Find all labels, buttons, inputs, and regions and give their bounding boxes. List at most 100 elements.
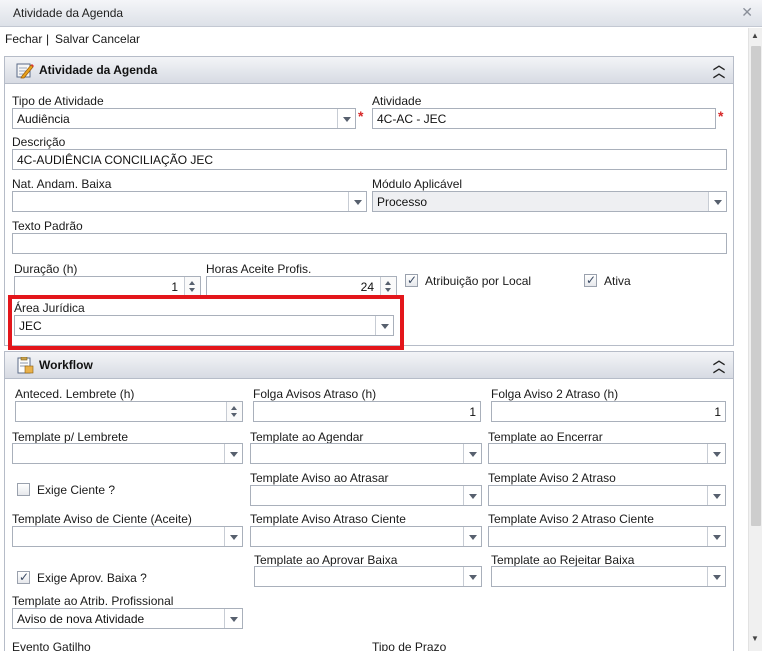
nat-andam-label: Nat. Andam. Baixa: [12, 177, 112, 191]
tpl-aviso-atrasar-select[interactable]: [250, 485, 482, 506]
atribuicao-checkbox[interactable]: [405, 273, 418, 287]
tpl-atrib-label: Template ao Atrib. Profissional: [12, 594, 174, 608]
scroll-thumb[interactable]: [751, 46, 761, 526]
texto-padrao-input[interactable]: [12, 233, 727, 254]
collapse-panel-icon[interactable]: ︿ ︿: [713, 59, 725, 79]
anteced-stepper[interactable]: [15, 401, 243, 422]
tpl-aprovar-select[interactable]: [254, 566, 482, 587]
tpl-aviso2-ciente-select[interactable]: [488, 526, 726, 547]
chevron-down-icon[interactable]: [463, 444, 481, 463]
tipo-atividade-label: Tipo de Atividade: [12, 94, 104, 108]
tpl-lembrete-label: Template p/ Lembrete: [12, 430, 129, 444]
tpl-lembrete-select[interactable]: [12, 443, 243, 464]
chevron-down-icon[interactable]: [707, 567, 725, 586]
tipo-atividade-select[interactable]: Audiência: [12, 108, 356, 129]
tipo-atividade-value: Audiência: [17, 112, 70, 126]
cancelar-button[interactable]: Cancelar: [92, 32, 140, 46]
exige-aprov-checkbox[interactable]: [17, 570, 30, 584]
close-icon[interactable]: ✕: [741, 4, 753, 21]
highlight-box: [8, 295, 404, 350]
tpl-atrib-select[interactable]: Aviso de nova Atividade: [12, 608, 243, 629]
tpl-agendar-label: Template ao Agendar: [250, 430, 364, 444]
duracao-stepper[interactable]: 1: [14, 276, 201, 297]
folga2-value: 1: [714, 405, 721, 419]
scroll-up-icon[interactable]: ▲: [751, 31, 759, 40]
window-title: Atividade da Agenda: [13, 6, 124, 20]
duracao-label: Duração (h): [14, 262, 78, 276]
horas-aceite-label: Horas Aceite Profis.: [206, 262, 312, 276]
required-mark: *: [358, 108, 364, 124]
tpl-atrib-value: Aviso de nova Atividade: [17, 612, 145, 626]
toolbar: Fechar | Salvar Cancelar: [0, 28, 748, 50]
chevron-down-icon[interactable]: [707, 527, 725, 546]
exige-ciente-checkbox[interactable]: [17, 483, 30, 496]
tpl-aviso-atrasar-label: Template Aviso ao Atrasar: [250, 471, 389, 485]
chevron-down-icon[interactable]: [707, 486, 725, 505]
tpl-aprovar-label: Template ao Aprovar Baixa: [254, 553, 398, 567]
ativa-checkbox[interactable]: [584, 273, 597, 287]
descricao-label: Descrição: [12, 135, 66, 149]
anteced-label: Anteced. Lembrete (h): [15, 387, 135, 401]
tpl-atraso-ciente-select[interactable]: [250, 526, 482, 547]
panel-atividade-title: Atividade da Agenda: [39, 63, 158, 77]
tpl-aviso-ciente-select[interactable]: [12, 526, 243, 547]
panel-atividade-header: Atividade da Agenda ︿ ︿: [5, 57, 733, 84]
panel-workflow-header: Workflow ︿ ︿: [5, 352, 733, 379]
chevron-down-icon[interactable]: [707, 444, 725, 463]
descricao-input[interactable]: 4C-AUDIÊNCIA CONCILIAÇÃO JEC: [12, 149, 727, 170]
texto-padrao-label: Texto Padrão: [12, 219, 83, 233]
folga2-input[interactable]: 1: [491, 401, 726, 422]
window-titlebar: Atividade da Agenda ✕: [0, 0, 762, 27]
modulo-select[interactable]: Processo: [372, 191, 727, 212]
horas-aceite-value: 24: [360, 280, 374, 294]
spinner-icon[interactable]: [380, 277, 396, 296]
spinner-icon[interactable]: [226, 402, 242, 421]
toolbar-separator: |: [46, 32, 50, 46]
exige-ciente-label: Exige Ciente ?: [37, 483, 116, 497]
atividade-input[interactable]: 4C-AC - JEC: [372, 108, 716, 129]
modulo-value: Processo: [377, 195, 428, 209]
folga-input[interactable]: 1: [253, 401, 481, 422]
chevron-down-icon[interactable]: [348, 192, 366, 211]
tpl-rejeitar-label: Template ao Rejeitar Baixa: [491, 553, 635, 567]
horas-aceite-stepper[interactable]: 24: [206, 276, 397, 297]
duracao-value: 1: [171, 280, 178, 294]
tpl-agendar-select[interactable]: [250, 443, 482, 464]
salvar-button[interactable]: Salvar: [55, 32, 89, 46]
chevron-down-icon[interactable]: [224, 444, 242, 463]
evento-gatilho-label: Evento Gatilho: [12, 640, 91, 651]
exige-aprov-label: Exige Aprov. Baixa ?: [37, 571, 147, 585]
edit-pencil-icon: [16, 63, 34, 79]
atividade-value: 4C-AC - JEC: [377, 112, 447, 126]
vertical-scrollbar[interactable]: ▲ ▼: [748, 28, 762, 651]
chevron-down-icon[interactable]: [708, 192, 726, 211]
collapse-panel-icon[interactable]: ︿ ︿: [713, 354, 725, 374]
chevron-down-icon[interactable]: [463, 486, 481, 505]
tpl-aviso2-select[interactable]: [488, 485, 726, 506]
folga-value: 1: [469, 405, 476, 419]
panel-workflow-title: Workflow: [39, 358, 93, 372]
folga-label: Folga Avisos Atraso (h): [253, 387, 377, 401]
tpl-atraso-ciente-label: Template Aviso Atraso Ciente: [250, 512, 406, 526]
atividade-label: Atividade: [372, 94, 422, 108]
chevron-down-icon[interactable]: [224, 609, 242, 628]
chevron-down-icon[interactable]: [463, 527, 481, 546]
workflow-icon: [17, 357, 34, 374]
tpl-aviso2-ciente-label: Template Aviso 2 Atraso Ciente: [488, 512, 654, 526]
tpl-encerrar-label: Template ao Encerrar: [488, 430, 603, 444]
required-mark: *: [718, 108, 724, 124]
modulo-label: Módulo Aplicável: [372, 177, 463, 191]
atribuicao-label: Atribuição por Local: [425, 274, 532, 288]
fechar-button[interactable]: Fechar: [5, 32, 42, 46]
scroll-down-icon[interactable]: ▼: [751, 634, 759, 643]
tipo-prazo-label: Tipo de Prazo: [372, 640, 447, 651]
chevron-down-icon[interactable]: [224, 527, 242, 546]
tpl-encerrar-select[interactable]: [488, 443, 726, 464]
tpl-rejeitar-select[interactable]: [491, 566, 726, 587]
descricao-value: 4C-AUDIÊNCIA CONCILIAÇÃO JEC: [17, 153, 214, 167]
chevron-down-icon[interactable]: [463, 567, 481, 586]
spinner-icon[interactable]: [184, 277, 200, 296]
nat-andam-select[interactable]: [12, 191, 367, 212]
chevron-down-icon[interactable]: [337, 109, 355, 128]
folga2-label: Folga Aviso 2 Atraso (h): [491, 387, 619, 401]
